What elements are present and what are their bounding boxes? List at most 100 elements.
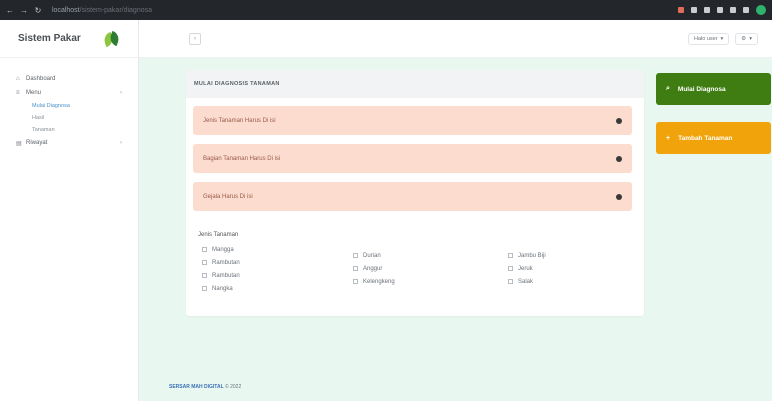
checkbox-icon[interactable] [353,253,358,258]
user-label: Halo user [693,35,718,42]
leaf-logo-icon [102,30,121,48]
options-column-3: Jambu Biji Jeruk Salak [508,249,546,288]
card-title: MULAI DIAGNOSIS TANAMAN [186,70,644,98]
browser-toolbar: ← → ↻ localhost/sistem-pakar/diagnosa [0,0,772,20]
checkbox-option[interactable]: Kelengkeng [353,275,395,288]
extension-icon[interactable] [704,7,710,13]
extension-icon[interactable] [730,7,736,13]
checkbox-icon[interactable] [353,266,358,271]
main-content: MULAI DIAGNOSIS TANAMAN Jenis Tanaman Ha… [139,58,772,401]
checkbox-option[interactable]: Durian [353,249,395,262]
sidebar-subitem-mulai-diagnosa[interactable]: Mulai Diagnosa [0,100,138,112]
option-label: Nangka [212,285,233,292]
checkbox-option[interactable]: Anggur [353,262,395,275]
option-label: Rambutan [212,259,240,266]
sidebar-subitem-label: Mulai Diagnosa [32,103,70,109]
user-menu[interactable]: Halo user ▾ [687,32,730,45]
sidebar-subitem-tanaman[interactable]: Tanaman [0,124,138,136]
checkbox-option[interactable]: Nangka [202,282,240,295]
checkbox-icon[interactable] [202,286,207,291]
option-label: Anggur [363,265,383,272]
checkbox-icon[interactable] [202,273,207,278]
sidebar-item-riwayat[interactable]: ▤ Riwayat › [0,136,138,150]
checkbox-icon[interactable] [202,247,207,252]
sidebar-item-dashboard[interactable]: ⌂ Dashboard [0,72,138,86]
sidebar-submenu: Mulai Diagnosa Hasil Tanaman [0,100,138,136]
chevron-down-icon: › [120,90,122,96]
start-diagnosis-button[interactable]: ⌕ Mulai Diagnosa [656,73,771,105]
sidebar-subitem-label: Tanaman [32,127,55,133]
start-diagnosis-label: Mulai Diagnosa [677,85,726,93]
alert-message: Jenis Tanaman Harus Di isi [203,117,276,124]
address-bar[interactable]: localhost/sistem-pakar/diagnosa [52,7,152,14]
topbar: ‹ Halo user ▾ ⚙ ▾ [139,20,772,58]
sidebar-subitem-hasil[interactable]: Hasil [0,112,138,124]
profile-avatar[interactable] [756,5,766,15]
footer-copyright: © 2022 [225,384,242,390]
option-label: Salak [518,278,534,285]
sidebar-toggle-button[interactable]: ‹ [189,32,201,45]
back-icon[interactable]: ← [6,6,14,15]
option-label: Durian [363,252,381,259]
checkbox-option[interactable]: Jambu Biji [508,249,546,262]
reload-icon[interactable]: ↻ [34,6,42,15]
extension-icon[interactable] [691,7,697,13]
jenis-tanaman-label: Jenis Tanaman [198,232,239,238]
alert-gejala: Gejala Harus Di isi [193,182,632,211]
checkbox-icon[interactable] [508,279,513,284]
option-label: Rambutan [212,272,240,279]
extensions-area [678,5,766,15]
alert-bagian-tanaman: Bagian Tanaman Harus Di isi [193,144,632,173]
clipboard-icon: ▤ [16,140,22,147]
sidebar-item-label: Riwayat [26,140,48,146]
brand[interactable]: Sistem Pakar [0,20,138,58]
gear-icon: ⚙ [741,35,747,42]
footer-link[interactable]: SERSAR MAH DIGITAL [169,384,224,390]
checkbox-option[interactable]: Jeruk [508,262,546,275]
search-icon: ⌕ [666,85,670,92]
extension-icon[interactable] [678,7,684,13]
sidebar-item-label: Dashboard [26,76,56,82]
checkbox-option[interactable]: Salak [508,275,546,288]
extension-icon[interactable] [717,7,723,13]
close-icon[interactable] [616,155,622,162]
checkbox-option[interactable]: Rambutan [202,256,240,269]
alert-message: Bagian Tanaman Harus Di isi [203,155,281,162]
option-label: Jeruk [518,265,533,272]
checkbox-option[interactable]: Mangga [202,243,240,256]
checkbox-icon[interactable] [353,279,358,284]
list-icon: ≡ [16,90,20,96]
home-icon: ⌂ [16,76,20,82]
add-plant-label: Tambah Tanaman [678,134,733,142]
sidebar-menu: ⌂ Dashboard ≡ Menu › Mulai Diagnosa Hasi… [0,58,138,150]
checkbox-icon[interactable] [508,266,513,271]
alert-message: Gejala Harus Di isi [203,193,253,200]
option-label: Mangga [212,246,234,253]
plus-icon: + [666,134,671,142]
add-plant-button[interactable]: + Tambah Tanaman [656,122,771,154]
sidebar: Sistem Pakar ⌂ Dashboard ≡ Menu › Mulai … [0,20,139,401]
sidebar-subitem-label: Hasil [32,115,45,121]
chevron-right-icon: › [120,140,122,146]
forward-icon[interactable]: → [20,6,28,15]
options-column-2: Durian Anggur Kelengkeng [353,249,395,288]
sidebar-item-label: Menu [26,90,42,96]
chevron-down-icon: ▾ [749,35,752,42]
checkbox-icon[interactable] [508,253,513,258]
footer: SERSAR MAH DIGITAL © 2022 [169,384,241,390]
alert-jenis-tanaman: Jenis Tanaman Harus Di isi [193,106,632,135]
chevron-down-icon: ▾ [720,35,724,42]
checkbox-icon[interactable] [202,260,207,265]
option-label: Kelengkeng [363,278,395,285]
diagnosis-card: MULAI DIAGNOSIS TANAMAN Jenis Tanaman Ha… [186,70,644,316]
sidebar-item-menu[interactable]: ≡ Menu › [0,86,138,100]
checkbox-option[interactable]: Rambutan [202,269,240,282]
extension-icon[interactable] [743,7,749,13]
brand-name: Sistem Pakar [18,33,81,44]
option-label: Jambu Biji [518,252,546,259]
settings-menu[interactable]: ⚙ ▾ [735,32,758,45]
options-column-1: Mangga Rambutan Rambutan Nangka [202,243,240,295]
close-icon[interactable] [616,193,622,200]
topbar-right: Halo user ▾ ⚙ ▾ [687,32,758,45]
close-icon[interactable] [616,117,622,124]
